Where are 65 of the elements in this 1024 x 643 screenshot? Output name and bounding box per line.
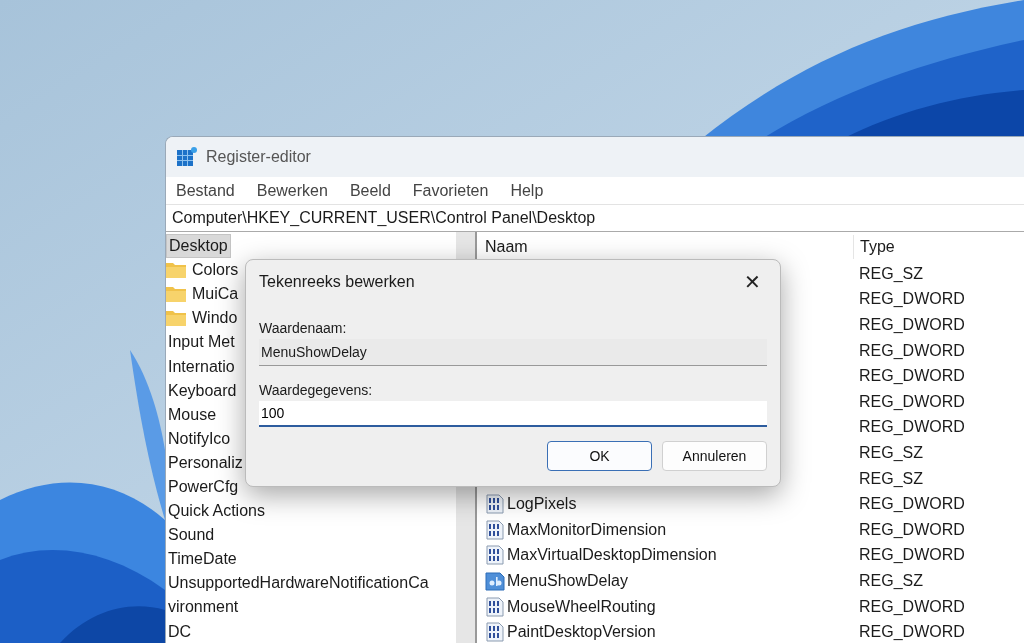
ok-button[interactable]: OK <box>547 441 652 471</box>
binary-value-icon <box>485 622 505 643</box>
value-type: REG_SZ <box>858 570 924 591</box>
binary-value-icon <box>485 519 505 540</box>
tree-item[interactable]: Keyboard <box>166 379 239 402</box>
value-type: REG_DWORD <box>858 315 966 335</box>
tree-item[interactable]: PowerCfg <box>166 476 241 498</box>
value-type: REG_DWORD <box>858 622 966 643</box>
field-label: Waardenaam: <box>259 319 348 338</box>
tree-item[interactable]: Windo <box>190 307 240 330</box>
tree-item[interactable]: Input Met <box>166 331 237 354</box>
folder-icon <box>166 262 186 279</box>
binary-value-icon <box>485 545 505 566</box>
tree-item[interactable]: MuiCa <box>190 283 241 306</box>
close-button[interactable]: ✕ <box>738 267 767 297</box>
value-type: REG_DWORD <box>858 340 966 361</box>
tree-item[interactable]: Colors <box>190 259 241 282</box>
folder-icon <box>166 310 186 327</box>
tree-item[interactable]: Mouse <box>166 403 219 426</box>
tree-item[interactable]: NotifyIco <box>166 427 233 450</box>
value-type: REG_SZ <box>858 468 924 489</box>
binary-value-icon <box>485 596 505 617</box>
column-header[interactable]: Naam <box>477 234 853 259</box>
tree-item[interactable]: DC <box>166 620 194 643</box>
menu-item[interactable]: Favorieten <box>412 178 489 203</box>
value-name[interactable]: MouseWheelRouting <box>507 594 656 619</box>
value-type: REG_DWORD <box>858 391 966 412</box>
value-type: REG_DWORD <box>858 519 966 540</box>
field-label: Waardegegevens: <box>259 381 374 400</box>
dialog-title: Tekenreeks bewerken <box>259 272 415 292</box>
app-icon <box>176 146 198 168</box>
string-value-icon <box>485 570 505 591</box>
window-title: Register-editor <box>206 147 311 167</box>
value-name[interactable]: PaintDesktopVersion <box>507 620 656 643</box>
value-type: REG_DWORD <box>858 289 966 310</box>
folder-icon <box>166 286 186 303</box>
value-name-field: MenuShowDelay <box>259 339 767 366</box>
value-type: REG_DWORD <box>858 417 966 438</box>
address-bar[interactable]: Computer\HKEY_CURRENT_USER\Control Panel\Desktop <box>172 206 596 230</box>
value-type: REG_SZ <box>858 263 924 284</box>
column-header[interactable]: Type <box>853 234 1024 259</box>
value-name[interactable]: MaxVirtualDesktopDimension <box>507 543 717 568</box>
value-data-field[interactable]: 100 <box>259 401 767 427</box>
binary-value-icon <box>485 494 505 515</box>
menu-item[interactable]: Bestand <box>176 178 235 203</box>
value-type: REG_DWORD <box>858 545 966 566</box>
cancel-button[interactable]: Annuleren <box>662 441 767 471</box>
tree-item[interactable]: TimeDate <box>166 548 239 571</box>
tree-item[interactable]: Sound <box>166 524 217 547</box>
tree-item[interactable]: UnsupportedHardwareNotificationCa <box>166 572 431 595</box>
menu-item[interactable]: Beeld <box>349 178 391 203</box>
tree-item[interactable]: Internatio <box>166 355 237 378</box>
tree-item[interactable]: Personaliz <box>166 451 245 474</box>
menu-item[interactable]: Bewerken <box>256 178 328 203</box>
value-name[interactable]: MaxMonitorDimension <box>507 517 667 542</box>
menu-item[interactable]: Help <box>510 178 544 203</box>
value-name[interactable]: LogPixels <box>507 492 577 517</box>
tree-item[interactable]: Desktop <box>166 234 231 259</box>
tree-item[interactable]: Quick Actions <box>166 500 267 523</box>
value-name[interactable]: MenuShowDelay <box>507 568 628 593</box>
value-type: REG_DWORD <box>858 596 966 617</box>
value-type: REG_DWORD <box>858 366 966 387</box>
value-type: REG_SZ <box>858 442 924 463</box>
tree-item[interactable]: vironment <box>166 596 241 619</box>
value-type: REG_DWORD <box>858 494 966 515</box>
